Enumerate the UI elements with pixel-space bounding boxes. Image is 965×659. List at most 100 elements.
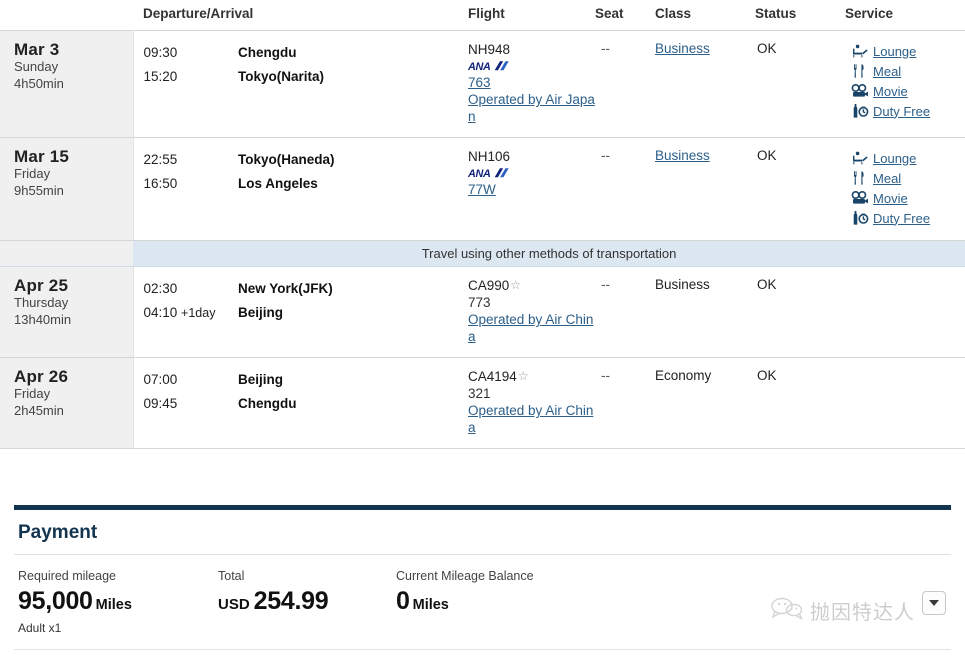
- segment-flight-cell: CA990☆ 773 Operated by Air China: [460, 266, 596, 358]
- service-item[interactable]: Lounge: [851, 148, 965, 168]
- watermark: 抛因特达人: [770, 596, 915, 625]
- meal-icon: [851, 170, 869, 186]
- column-header-date: [0, 0, 133, 31]
- arrival-time: 04:10 +1day: [143, 305, 216, 320]
- service-item[interactable]: Meal: [851, 168, 965, 188]
- service-label[interactable]: Duty Free: [873, 104, 930, 119]
- segment-cities-cell: Beijing Chengdu: [238, 357, 461, 449]
- service-item[interactable]: Duty Free: [851, 101, 965, 121]
- total-label: Total: [218, 569, 245, 583]
- service-label[interactable]: Duty Free: [873, 211, 930, 226]
- table-row: Mar 3 Sunday 4h50min 09:30 15:20 Chengdu Tokyo…: [0, 30, 965, 138]
- segment-times-cell: 02:30 04:10 +1day: [133, 266, 238, 358]
- required-mileage-number: 95,000: [18, 587, 93, 615]
- aircraft-equipment-link[interactable]: 763: [468, 74, 595, 91]
- required-mileage-unit: Miles: [95, 597, 132, 613]
- segment-date-cell: Apr 26 Friday 2h45min: [0, 357, 134, 449]
- table-header: Departure/Arrival Flight Seat Class Stat…: [0, 0, 965, 31]
- segment-weekday: Sunday: [14, 59, 59, 74]
- departure-city: New York(JFK): [238, 281, 333, 296]
- arrival-city: Chengdu: [238, 396, 297, 411]
- chevron-down-icon[interactable]: [922, 591, 946, 615]
- segment-cities-cell: Chengdu Tokyo(Narita): [238, 30, 461, 138]
- cabin-class-link[interactable]: Business: [655, 41, 710, 56]
- service-item[interactable]: Movie: [851, 188, 965, 208]
- service-item[interactable]: Lounge: [851, 41, 965, 61]
- itinerary-table: Departure/Arrival Flight Seat Class Stat…: [0, 0, 965, 449]
- movie-icon: [851, 83, 869, 99]
- service-item[interactable]: Duty Free: [851, 208, 965, 228]
- column-header-status: Status: [755, 0, 846, 31]
- total-amount: 254.99: [253, 587, 329, 615]
- cabin-class: Economy: [655, 368, 712, 383]
- segment-weekday: Thursday: [14, 295, 69, 310]
- arrival-time: 09:45: [143, 396, 178, 411]
- segment-seat: --: [595, 357, 656, 449]
- operated-by-link[interactable]: Operated by Air China: [468, 311, 595, 345]
- segment-status: OK: [755, 357, 846, 449]
- segment-service-cell: Lounge Meal Movie Duty Free: [845, 30, 965, 138]
- service-label[interactable]: Lounge: [873, 44, 916, 59]
- star-alliance-icon: ☆: [510, 278, 522, 292]
- service-label[interactable]: Lounge: [873, 151, 916, 166]
- departure-city: Chengdu: [238, 45, 297, 60]
- arrival-city: Tokyo(Narita): [238, 69, 325, 84]
- current-mileage-value: 0 Miles: [396, 587, 696, 616]
- itinerary-page: Departure/Arrival Flight Seat Class Stat…: [0, 0, 965, 659]
- segment-duration: 9h55min: [14, 183, 64, 198]
- service-label[interactable]: Movie: [873, 84, 908, 99]
- departure-time: 02:30: [143, 281, 178, 296]
- departure-time: 07:00: [143, 372, 178, 387]
- segment-status: OK: [755, 137, 846, 241]
- departure-city: Tokyo(Haneda): [238, 152, 335, 167]
- required-mileage-block: Required mileage 95,000 Miles Adult x1: [18, 569, 218, 635]
- table-row: Apr 26 Friday 2h45min 07:00 09:45 Beijing Chen…: [0, 357, 965, 449]
- flight-number: CA4194☆: [468, 369, 529, 384]
- total-value: USD 254.99: [218, 587, 396, 616]
- table-row: Mar 15 Friday 9h55min 22:55 16:50 Tokyo(Haned…: [0, 137, 965, 241]
- segment-date-cell: Mar 3 Sunday 4h50min: [0, 30, 134, 138]
- total-currency: USD: [218, 596, 250, 613]
- service-item[interactable]: Movie: [851, 81, 965, 101]
- payment-bottom-rule: [14, 649, 951, 650]
- payment-title: Payment: [18, 522, 98, 543]
- required-mileage-value: 95,000 Miles: [18, 587, 218, 616]
- current-mileage-unit: Miles: [412, 597, 449, 613]
- column-header-departure-arrival: Departure/Arrival: [133, 0, 461, 31]
- service-label[interactable]: Movie: [873, 191, 908, 206]
- service-item[interactable]: Meal: [851, 61, 965, 81]
- segment-class-cell: Business: [655, 137, 756, 241]
- flight-number: NH948: [468, 42, 511, 57]
- passenger-count: Adult x1: [18, 621, 62, 635]
- segment-times-cell: 22:55 16:50: [133, 137, 238, 241]
- segment-flight-cell: CA4194☆ 321 Operated by Air China: [460, 357, 596, 449]
- column-header-flight: Flight: [460, 0, 596, 31]
- segment-seat: --: [595, 137, 656, 241]
- segment-date: Mar 3: [14, 40, 60, 59]
- operated-by-link[interactable]: Operated by Air Japan: [468, 91, 595, 125]
- service-label[interactable]: Meal: [873, 64, 901, 79]
- header-row: Departure/Arrival Flight Seat Class Stat…: [0, 0, 965, 31]
- segment-service-cell: [845, 266, 965, 358]
- segment-status: OK: [755, 266, 846, 358]
- cabin-class-link[interactable]: Business: [655, 148, 710, 163]
- aircraft-equipment: 773: [468, 295, 491, 310]
- current-mileage-block: Current Mileage Balance 0 Miles: [396, 569, 696, 635]
- segment-weekday: Friday: [14, 386, 51, 401]
- duty-free-icon: [851, 103, 869, 119]
- svg-text:ANA: ANA: [468, 61, 491, 73]
- departure-time: 09:30: [143, 45, 178, 60]
- aircraft-equipment: 321: [468, 386, 491, 401]
- operated-by-link[interactable]: Operated by Air China: [468, 402, 595, 436]
- wechat-bubble-icon: [770, 596, 804, 625]
- service-label[interactable]: Meal: [873, 171, 901, 186]
- departure-city: Beijing: [238, 372, 284, 387]
- lounge-icon: [851, 150, 869, 166]
- aircraft-equipment-link[interactable]: 77W: [468, 181, 595, 198]
- current-mileage-number: 0: [396, 587, 410, 615]
- column-header-class: Class: [655, 0, 756, 31]
- segment-date: Mar 15: [14, 147, 70, 166]
- chevron-down-glyph: [929, 600, 939, 606]
- lounge-icon: [851, 43, 869, 59]
- segment-class-cell: Business: [655, 266, 756, 358]
